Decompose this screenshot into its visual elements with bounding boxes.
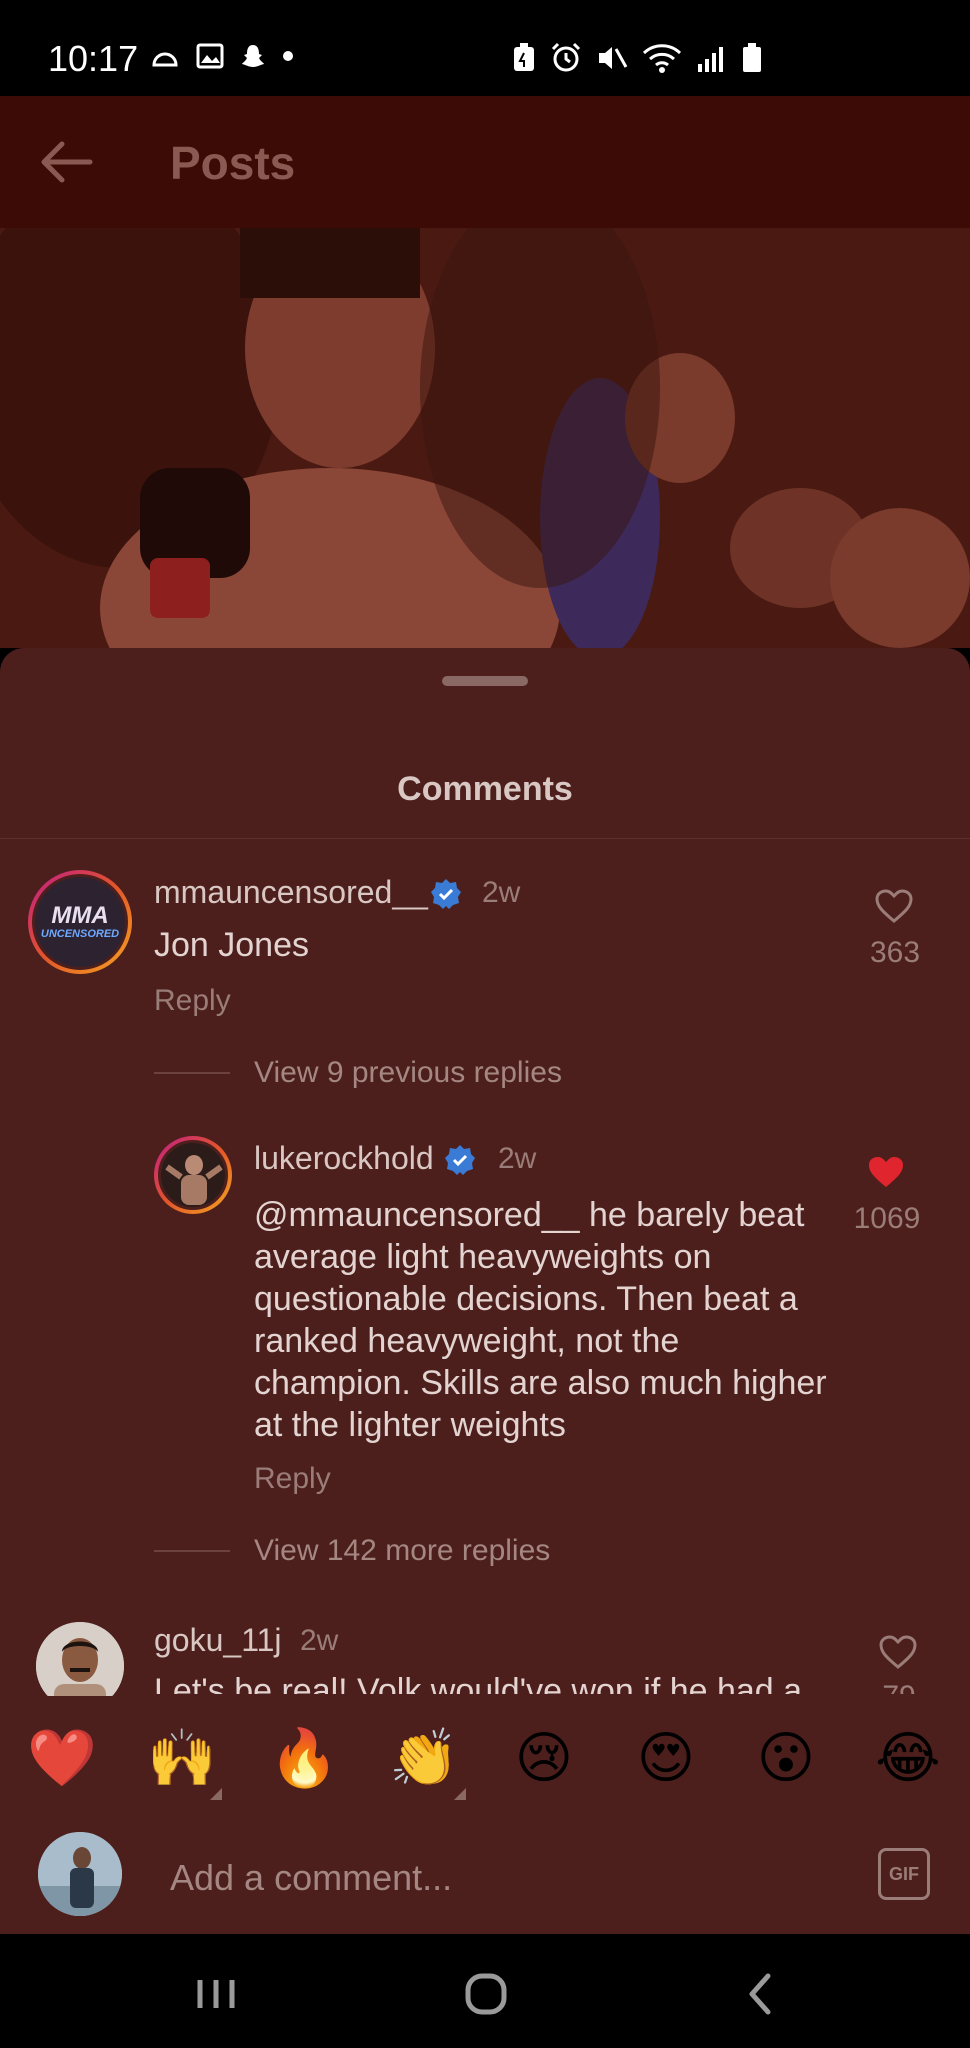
wifi-icon (642, 44, 682, 73)
mma-uncensored-logo: MMA UNCENSORED (41, 902, 119, 940)
avatar[interactable]: MMA UNCENSORED (28, 870, 132, 974)
comment-text: @mmauncensored__ he barely beat average … (254, 1196, 827, 1444)
thread-line (154, 1550, 230, 1552)
comment-composer: GIF (0, 1820, 970, 1934)
emoji-surprised[interactable]: 😮 (746, 1726, 826, 1790)
battery-icon (743, 43, 761, 72)
verified-badge-icon (431, 879, 461, 909)
emoji-clapping[interactable]: 👏 (384, 1726, 464, 1790)
post-photo (0, 228, 970, 648)
svg-text:UNCENSORED: UNCENSORED (41, 928, 119, 940)
signal-icon (698, 47, 723, 72)
svg-text:MMA: MMA (51, 902, 108, 929)
like-heart-icon[interactable] (878, 1634, 918, 1670)
avatar-photo (161, 1143, 225, 1207)
recent-apps-icon (197, 1980, 235, 2008)
emoji-raised-hands[interactable]: 🙌 (142, 1726, 222, 1790)
reply-button[interactable]: Reply (254, 1462, 331, 1496)
skin-tone-indicator-icon (210, 1788, 222, 1800)
view-previous-replies-button[interactable]: View 9 previous replies (254, 1056, 562, 1090)
gif-button[interactable]: GIF (878, 1848, 930, 1900)
cloud-icon (152, 52, 178, 67)
home-icon (465, 1973, 507, 2015)
status-bar: 10:17 (0, 0, 970, 96)
liked-heart-icon[interactable] (866, 1154, 906, 1190)
snapchat-icon (242, 45, 264, 67)
emoji-reaction-bar: ❤️ 🙌 🔥 👏 😢 😍 😮 😂 (0, 1696, 970, 1820)
sheet-title: Comments (397, 770, 573, 808)
emoji-heart[interactable]: ❤️ (22, 1726, 102, 1790)
back-button[interactable] (36, 134, 96, 190)
alarm-icon (551, 42, 581, 72)
back-nav-button[interactable] (720, 1964, 800, 2024)
status-left-icons (150, 42, 294, 70)
emoji-laughing[interactable]: 😂 (868, 1726, 948, 1790)
comment-time: 2w (498, 1142, 537, 1175)
comment-text: Jon Jones (154, 926, 309, 964)
post-image (0, 228, 970, 648)
skin-tone-indicator-icon (454, 1788, 466, 1800)
view-more-replies-button[interactable]: View 142 more replies (254, 1534, 550, 1568)
reply-button[interactable]: Reply (154, 984, 231, 1018)
mute-icon (599, 47, 628, 69)
emoji-crying[interactable]: 😢 (504, 1726, 584, 1790)
recent-apps-button[interactable] (176, 1964, 256, 2024)
status-time: 10:17 (48, 38, 139, 79)
status-right-icons (512, 42, 762, 74)
comment-time: 2w (300, 1624, 339, 1657)
comment-username[interactable]: goku_11j (154, 1622, 282, 1659)
current-user-avatar (38, 1832, 122, 1916)
comment-username[interactable]: mmauncensored__ (154, 874, 428, 911)
gallery-icon (196, 43, 224, 69)
like-count: 79 (854, 1680, 944, 1694)
comment-text: Let's be real! Volk would've won if he h… (154, 1672, 803, 1694)
comment-username[interactable]: lukerockhold (254, 1140, 434, 1177)
home-button[interactable] (446, 1964, 526, 2024)
page-title: Posts (170, 137, 296, 189)
thread-line (154, 1072, 230, 1074)
avatar[interactable] (154, 1136, 232, 1214)
system-nav-bar (0, 1934, 970, 2048)
back-arrow-icon (41, 141, 93, 183)
divider (0, 838, 970, 839)
emoji-fire[interactable]: 🔥 (264, 1726, 344, 1790)
comment-input[interactable] (170, 1854, 810, 1902)
like-heart-icon[interactable] (874, 888, 914, 924)
drag-handle[interactable] (442, 676, 528, 686)
dot-icon (283, 51, 293, 61)
back-chevron-icon (749, 1973, 771, 2015)
app-header: Posts (0, 96, 970, 228)
comment-time: 2w (482, 876, 521, 909)
emoji-heart-eyes[interactable]: 😍 (626, 1726, 706, 1790)
avatar-photo (38, 1832, 122, 1916)
like-count: 1069 (853, 1202, 921, 1235)
battery-saver-icon (514, 43, 534, 71)
verified-badge-icon (445, 1145, 475, 1175)
like-count: 363 (869, 936, 921, 969)
